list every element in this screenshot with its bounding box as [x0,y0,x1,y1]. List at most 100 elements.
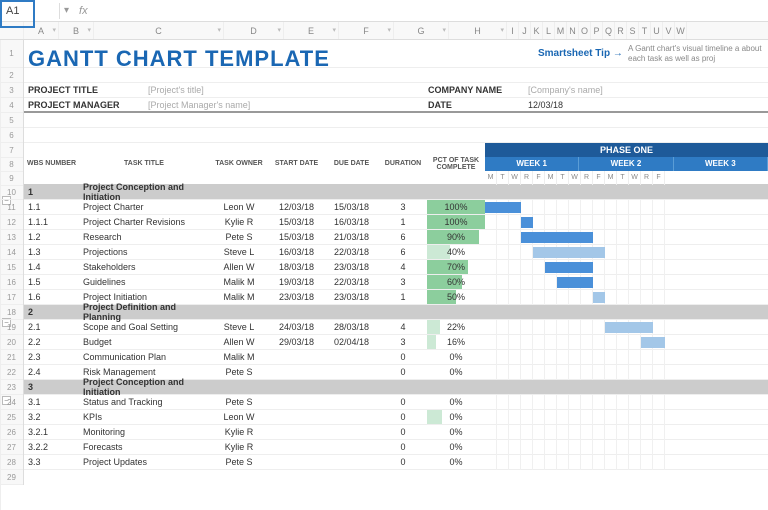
due-cell[interactable]: 22/03/18 [324,245,379,259]
due-cell[interactable] [324,455,379,469]
duration-cell[interactable]: 0 [379,440,427,454]
due-cell[interactable] [324,410,379,424]
wbs-cell[interactable]: 3.2.1 [24,425,79,439]
section-header[interactable]: 2Project Definition and Planning [24,305,768,320]
task-row[interactable]: 3.1Status and TrackingPete S00% [24,395,768,410]
project-title-field[interactable]: [Project's title] [144,83,424,97]
date-field[interactable]: 12/03/18 [524,98,567,111]
pct-cell[interactable]: 0% [427,395,485,409]
pct-cell[interactable]: 16% [427,335,485,349]
task-title-cell[interactable]: Project Updates [79,455,209,469]
duration-cell[interactable]: 0 [379,395,427,409]
section-header[interactable]: 3Project Conception and Initiation [24,380,768,395]
owner-cell[interactable]: Malik M [209,275,269,289]
duration-cell[interactable]: 4 [379,320,427,334]
row-headers[interactable]: 1234567891011121314151617181920212223242… [0,40,24,485]
due-cell[interactable]: 23/03/18 [324,290,379,304]
due-cell[interactable] [324,395,379,409]
due-cell[interactable]: 23/03/18 [324,260,379,274]
task-title-cell[interactable]: Budget [79,335,209,349]
task-title-cell[interactable]: Forecasts [79,440,209,454]
start-cell[interactable]: 15/03/18 [269,230,324,244]
duration-cell[interactable]: 3 [379,275,427,289]
task-row[interactable]: 1.2ResearchPete S15/03/1821/03/18690% [24,230,768,245]
due-cell[interactable]: 02/04/18 [324,335,379,349]
pct-cell[interactable]: 70% [427,260,485,274]
wbs-cell[interactable]: 2.4 [24,365,79,379]
owner-cell[interactable]: Steve L [209,320,269,334]
owner-cell[interactable]: Kylie R [209,425,269,439]
task-title-cell[interactable]: Status and Tracking [79,395,209,409]
task-title-cell[interactable]: Stakeholders [79,260,209,274]
task-title-cell[interactable]: Guidelines [79,275,209,289]
task-row[interactable]: 1.5GuidelinesMalik M19/03/1822/03/18360% [24,275,768,290]
wbs-cell[interactable]: 3.2.2 [24,440,79,454]
pct-cell[interactable]: 22% [427,320,485,334]
start-cell[interactable] [269,395,324,409]
wbs-cell[interactable]: 1.5 [24,275,79,289]
owner-cell[interactable]: Allen W [209,335,269,349]
start-cell[interactable] [269,425,324,439]
start-cell[interactable]: 29/03/18 [269,335,324,349]
task-row[interactable]: 2.3Communication PlanMalik M00% [24,350,768,365]
task-row[interactable]: 1.1Project CharterLeon W12/03/1815/03/18… [24,200,768,215]
wbs-cell[interactable]: 1.3 [24,245,79,259]
due-cell[interactable] [324,425,379,439]
duration-cell[interactable]: 0 [379,455,427,469]
task-row[interactable]: 1.4StakeholdersAllen W18/03/1823/03/1847… [24,260,768,275]
wbs-cell[interactable]: 3.3 [24,455,79,469]
duration-cell[interactable]: 1 [379,215,427,229]
cell-reference-box[interactable]: A1 [0,3,60,19]
start-cell[interactable]: 12/03/18 [269,200,324,214]
due-cell[interactable] [324,350,379,364]
task-row[interactable]: 3.2.2ForecastsKylie R 00% [24,440,768,455]
duration-cell[interactable]: 3 [379,335,427,349]
task-title-cell[interactable]: Communication Plan [79,350,209,364]
duration-cell[interactable]: 6 [379,230,427,244]
owner-cell[interactable]: Pete S [209,455,269,469]
start-cell[interactable]: 16/03/18 [269,245,324,259]
task-title-cell[interactable]: Project Charter [79,200,209,214]
due-cell[interactable]: 22/03/18 [324,275,379,289]
duration-cell[interactable]: 4 [379,260,427,274]
wbs-cell[interactable]: 2.2 [24,335,79,349]
task-row[interactable]: 3.2KPIsLeon W00% [24,410,768,425]
start-cell[interactable]: 24/03/18 [269,320,324,334]
pct-cell[interactable]: 40% [427,245,485,259]
start-cell[interactable] [269,365,324,379]
duration-cell[interactable]: 0 [379,425,427,439]
due-cell[interactable] [324,440,379,454]
pct-cell[interactable]: 0% [427,425,485,439]
duration-cell[interactable]: 1 [379,290,427,304]
pct-cell[interactable]: 0% [427,455,485,469]
owner-cell[interactable]: Kylie R [209,440,269,454]
pct-cell[interactable]: 0% [427,365,485,379]
duration-cell[interactable]: 0 [379,410,427,424]
wbs-cell[interactable]: 1.6 [24,290,79,304]
pct-cell[interactable]: 0% [427,440,485,454]
wbs-cell[interactable]: 2.3 [24,350,79,364]
pct-cell[interactable]: 0% [427,350,485,364]
owner-cell[interactable]: Pete S [209,365,269,379]
pct-cell[interactable]: 60% [427,275,485,289]
task-row[interactable]: 3.2.1MonitoringKylie R00% [24,425,768,440]
spreadsheet-body[interactable]: GANTT CHART TEMPLATE Smartsheet Tip → A … [24,40,768,485]
duration-cell[interactable]: 0 [379,365,427,379]
owner-cell[interactable]: Leon W [209,410,269,424]
owner-cell[interactable]: Allen W [209,260,269,274]
due-cell[interactable] [324,365,379,379]
wbs-cell[interactable]: 1.1 [24,200,79,214]
company-name-field[interactable]: [Company's name] [524,83,607,97]
start-cell[interactable] [269,440,324,454]
start-cell[interactable]: 19/03/18 [269,275,324,289]
task-title-cell[interactable]: Scope and Goal Setting [79,320,209,334]
smartsheet-tip-link[interactable]: Smartsheet Tip → [538,48,623,59]
owner-cell[interactable]: Pete S [209,230,269,244]
owner-cell[interactable]: Pete S [209,395,269,409]
duration-cell[interactable]: 6 [379,245,427,259]
wbs-cell[interactable]: 2.1 [24,320,79,334]
due-cell[interactable]: 21/03/18 [324,230,379,244]
owner-cell[interactable]: Steve L [209,245,269,259]
start-cell[interactable] [269,410,324,424]
pct-cell[interactable]: 90% [427,230,485,244]
